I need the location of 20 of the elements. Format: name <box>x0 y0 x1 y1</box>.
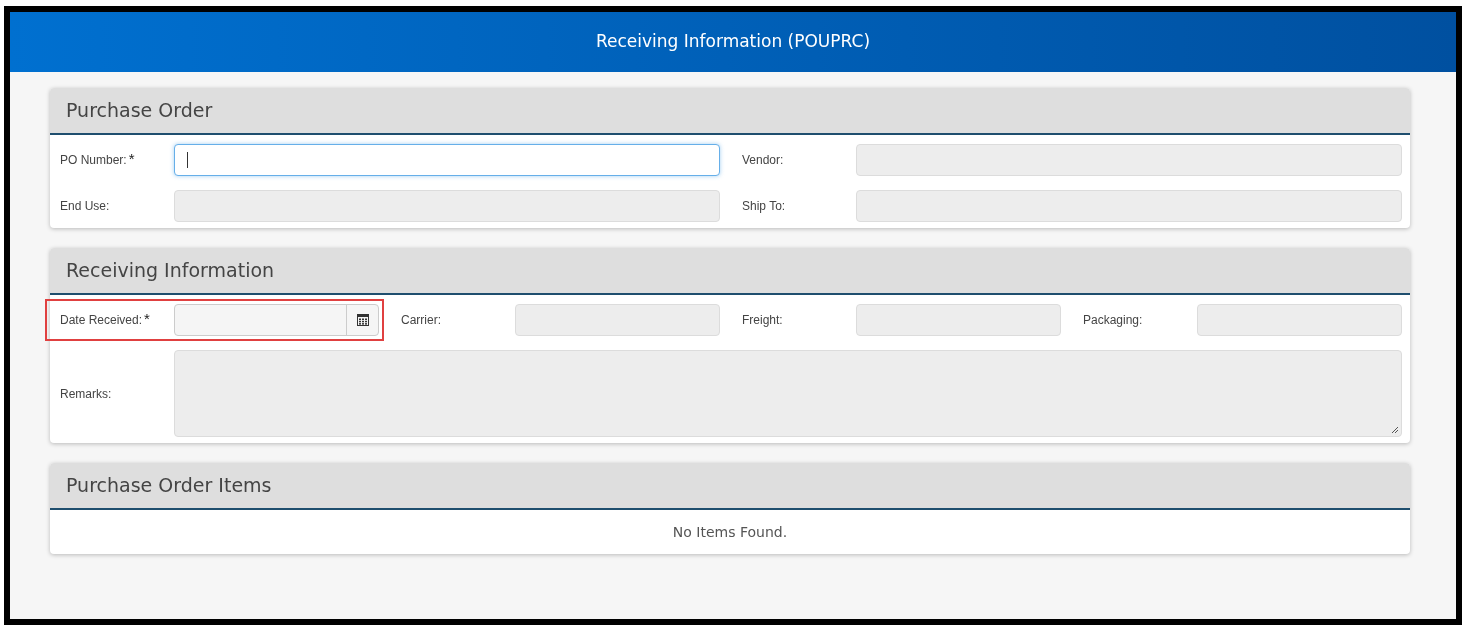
field-label: Carrier: <box>401 312 441 329</box>
text-cursor <box>187 152 188 168</box>
required-mark: * <box>144 308 150 329</box>
text-field[interactable] <box>174 144 720 176</box>
section-title: Purchase Order Items <box>66 473 272 499</box>
field-label: Remarks: <box>60 385 112 403</box>
field-label: Freight: <box>742 312 783 329</box>
calendar-icon <box>356 314 369 326</box>
field-label: Vendor: <box>742 152 784 169</box>
field-label: Ship To: <box>742 198 786 215</box>
section-title: Receiving Information <box>66 258 275 284</box>
window-title: Receiving Information (POUPRC) <box>596 30 870 54</box>
section-title: Purchase Order <box>66 98 213 124</box>
field-label: Packaging: <box>1083 312 1143 329</box>
required-mark: * <box>128 148 135 169</box>
field-label: Date Received: <box>60 312 143 329</box>
date-field[interactable] <box>174 304 379 336</box>
field-label: PO Number: <box>60 152 127 169</box>
field-label: End Use: <box>60 198 110 215</box>
empty-message: No Items Found. <box>672 522 788 542</box>
